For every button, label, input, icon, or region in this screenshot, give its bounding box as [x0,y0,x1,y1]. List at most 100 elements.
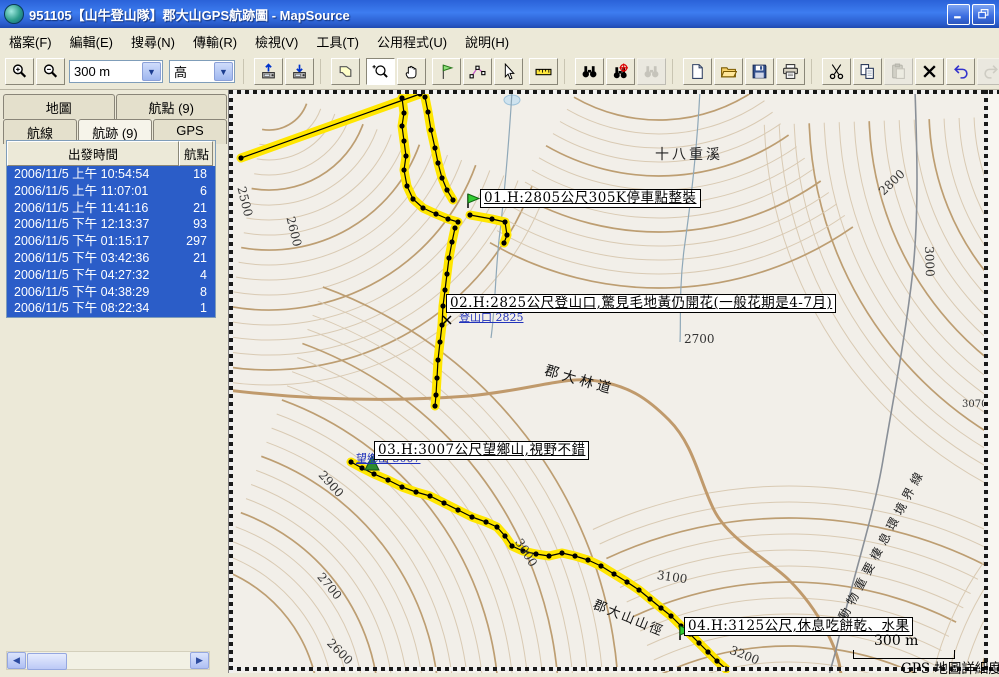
sidebar-tabs-row1: 地圖 航點 (9) [0,90,228,119]
menu-item-2[interactable]: 搜尋(N) [122,29,184,54]
select-tool-button[interactable] [494,58,523,85]
zoom-out-icon [42,63,59,80]
scroll-left-button[interactable]: ◀ [7,652,26,669]
sidebar-tab-0-inactive[interactable]: 地圖 [3,94,115,119]
sidebar-tab-1-inactive[interactable]: 航點 (9) [115,94,227,119]
sidebar-horizontal-scrollbar[interactable]: ◀ ▶ [6,651,210,670]
copy-button[interactable] [853,58,882,85]
map-place-label: 十八重溪 [655,147,723,163]
open-file-icon [720,63,737,80]
find-icon [581,63,598,80]
send-to-device-button[interactable] [254,58,283,85]
menu-item-3[interactable]: 傳輸(R) [184,29,246,54]
contour-elevation-label: 2700 [684,332,715,346]
save-file-button[interactable] [745,58,774,85]
route-tool-icon [469,63,486,80]
track-row-5[interactable]: 2006/11/5 下午 03:42:36 21 [7,249,215,267]
track-start-time: 2006/11/5 下午 03:42:36 [14,250,150,265]
track-start-time: 2006/11/5 上午 11:41:16 [14,200,149,215]
find-nearest-button[interactable] [606,58,635,85]
delete-button[interactable] [915,58,944,85]
measure-tool-icon [535,63,552,80]
waypoint-tool-button[interactable] [432,58,461,85]
route-tool-button[interactable] [463,58,492,85]
restore-icon [978,9,989,19]
track-start-time: 2006/11/5 下午 01:15:17 [14,234,150,249]
column-header-start-time[interactable]: 出發時間 [7,141,179,166]
menu-item-0[interactable]: 檔案(F) [0,29,61,54]
menu-item-7[interactable]: 說明(H) [456,29,518,54]
toolbar-separator [243,59,253,84]
undo-button[interactable] [946,58,975,85]
menu-item-4[interactable]: 檢視(V) [246,29,307,54]
mapsource-app-icon [4,4,24,24]
tracks-table-header: 出發時間 航點 [7,141,215,166]
receive-from-device-button[interactable] [285,58,314,85]
pan-tool-button[interactable] [397,58,426,85]
menu-item-1[interactable]: 編輯(E) [61,29,122,54]
minimize-button[interactable] [947,3,970,25]
find-nearest-icon [612,63,629,80]
menu-item-6[interactable]: 公用程式(U) [368,29,456,54]
open-file-button[interactable] [714,58,743,85]
waypoint-callout-2[interactable]: 02.H:2825公尺登山口,驚見毛地黃仍開花(一般花期是4-7月) [446,294,837,313]
track-start-time: 2006/11/5 下午 04:27:32 [14,267,150,282]
track-start-time: 2006/11/5 下午 08:22:34 [14,301,150,316]
new-file-button[interactable] [683,58,712,85]
toolbar-separator [811,59,821,84]
track-row-4[interactable]: 2006/11/5 下午 01:15:17 297 [7,233,215,250]
track-row-0[interactable]: 2006/11/5 上午 10:54:54 18 [7,166,215,183]
track-start-time: 2006/11/5 下午 04:38:29 [14,284,150,299]
track-point-count: 6 [200,183,207,198]
scroll-right-button[interactable]: ▶ [190,652,209,669]
receive-from-device-icon [291,63,308,80]
cut-icon [828,63,845,80]
column-header-points[interactable]: 航點 [179,141,213,166]
toolbar-separator [320,59,330,84]
track-row-8[interactable]: 2006/11/5 下午 08:22:34 1 [7,300,215,318]
sidebar-panel: 地圖 航點 (9) 航線 航跡 (9) GPS 出發時間 航點 2006/11/5 上… [0,90,229,673]
undo-icon [952,63,969,80]
track-point-count: 4 [200,267,207,282]
window-title: 951105【山牛登山隊】郡大山GPS航跡圖 - MapSource [29,7,350,23]
map-border-top [229,90,999,94]
cut-button[interactable] [822,58,851,85]
measure-tool-button[interactable] [529,58,558,85]
track-row-3[interactable]: 2006/11/5 下午 12:13:37 93 [7,216,215,234]
track-start-time: 2006/11/5 上午 10:54:54 [14,167,150,181]
restore-button[interactable] [972,3,995,25]
redo-button [977,58,999,85]
track-point-count: 21 [193,200,207,215]
map-east-margin [988,90,999,673]
map-scale-select[interactable]: 300 m ▼ [69,60,163,83]
waypoint-callout-3[interactable]: 03.H:3007公尺望鄉山,視野不錯 [374,441,590,460]
zoom-out-button[interactable] [36,58,65,85]
save-file-icon [751,63,768,80]
scrollbar-thumb[interactable] [27,653,67,670]
track-row-6[interactable]: 2006/11/5 下午 04:27:32 4 [7,266,215,284]
detail-level-select[interactable]: 高 ▼ [169,60,235,83]
map-border-left [229,90,233,673]
map-border-bottom [229,667,999,671]
select-tool-icon [500,63,517,80]
chevron-down-icon[interactable]: ▼ [142,62,161,81]
menu-bar: 檔案(F) 編輯(E) 搜尋(N) 傳輸(R) 檢視(V) 工具(T) 公用程式(U) 說明(… [0,28,999,55]
find-button[interactable] [575,58,604,85]
print-icon [782,63,799,80]
track-row-2[interactable]: 2006/11/5 上午 11:41:16 21 [7,199,215,217]
chevron-down-icon[interactable]: ▼ [214,62,233,81]
track-row-7[interactable]: 2006/11/5 下午 04:38:29 8 [7,283,215,301]
track-row-1[interactable]: 2006/11/5 上午 11:07:01 6 [7,182,215,200]
track-point-count: 21 [193,250,207,265]
map-tool-button[interactable] [331,58,360,85]
send-to-device-icon [260,63,277,80]
zoom-tool-button[interactable] [366,58,395,85]
copy-icon [859,63,876,80]
track-point-count: 297 [186,234,207,249]
zoom-tool-icon [372,63,389,80]
new-file-icon [689,63,706,80]
print-button[interactable] [776,58,805,85]
menu-item-5[interactable]: 工具(T) [307,29,368,54]
waypoint-callout-1[interactable]: 01.H:2805公尺305K停車點整裝 [480,189,701,208]
zoom-in-button[interactable] [5,58,34,85]
